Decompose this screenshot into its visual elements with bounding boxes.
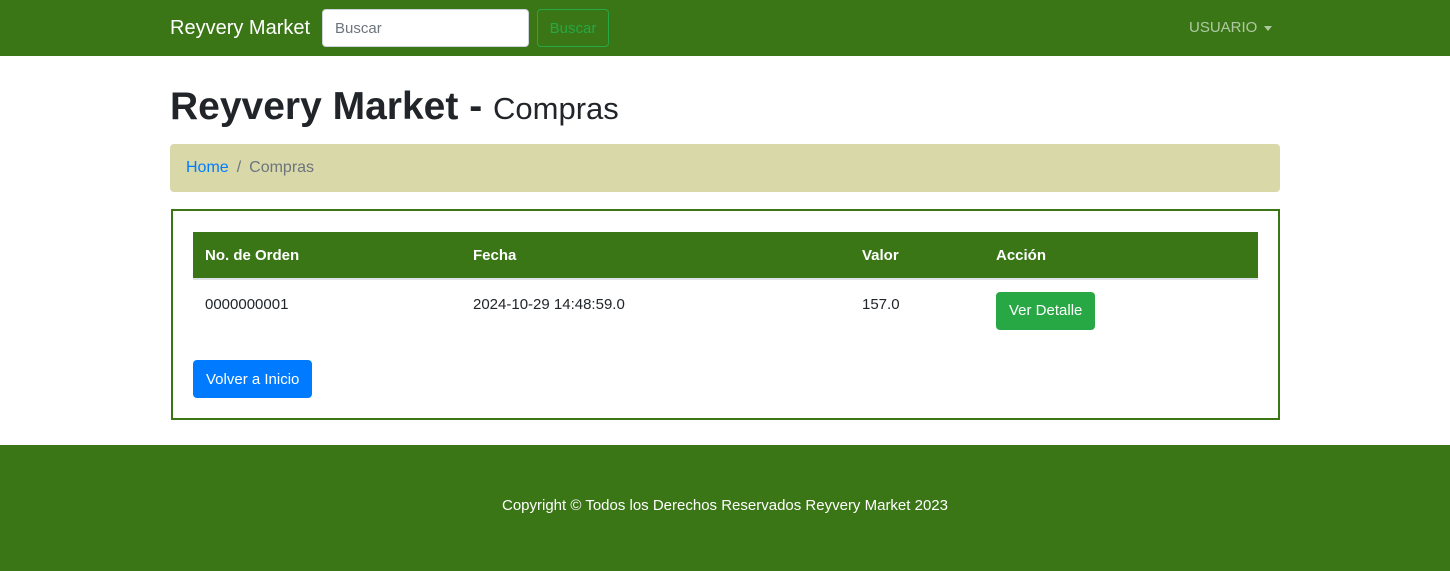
- caret-down-icon: [1264, 25, 1273, 31]
- column-header-action: Acción: [996, 246, 1047, 264]
- orders-card: No. de Orden Fecha Valor Acción 00000000…: [171, 209, 1280, 420]
- column-header-date: Fecha: [473, 246, 517, 264]
- order-number-cell: 0000000001: [205, 296, 289, 313]
- breadcrumb: Home / Compras: [170, 144, 1280, 192]
- breadcrumb-current: Compras: [249, 159, 315, 176]
- view-detail-button[interactable]: Ver Detalle: [996, 292, 1096, 330]
- user-dropdown[interactable]: USUARIO: [1189, 19, 1273, 37]
- page-subtitle: Compras: [493, 91, 619, 126]
- breadcrumb-separator: /: [236, 159, 242, 176]
- order-date-cell: 2024-10-29 14:48:59.0: [473, 296, 625, 313]
- table-row: 0000000001 2024-10-29 14:48:59.0 157.0 V…: [193, 280, 1258, 336]
- page-title-main: Reyvery Market: [170, 85, 459, 128]
- breadcrumb-home-link[interactable]: Home: [186, 159, 229, 177]
- order-action-cell: Ver Detalle: [984, 280, 1096, 330]
- back-home-button[interactable]: Volver a Inicio: [193, 360, 313, 398]
- page-title: Reyvery Market - Compras: [170, 84, 619, 132]
- page-title-separator: -: [469, 85, 483, 128]
- order-value-cell: 157.0: [862, 296, 900, 313]
- column-header-order: No. de Orden: [205, 246, 300, 264]
- footer: Copyright © Todos los Derechos Reservado…: [0, 445, 1450, 571]
- table-header: No. de Orden Fecha Valor Acción: [193, 232, 1258, 280]
- user-dropdown-label: USUARIO: [1189, 19, 1258, 36]
- brand-link[interactable]: Reyvery Market: [170, 16, 310, 40]
- search-button[interactable]: Buscar: [537, 9, 609, 47]
- navbar: Reyvery Market Buscar USUARIO: [0, 0, 1450, 56]
- search-input[interactable]: [322, 9, 529, 47]
- orders-table: No. de Orden Fecha Valor Acción 00000000…: [193, 232, 1258, 336]
- column-header-value: Valor: [862, 246, 899, 264]
- copyright-text: Copyright © Todos los Derechos Reservado…: [502, 497, 948, 514]
